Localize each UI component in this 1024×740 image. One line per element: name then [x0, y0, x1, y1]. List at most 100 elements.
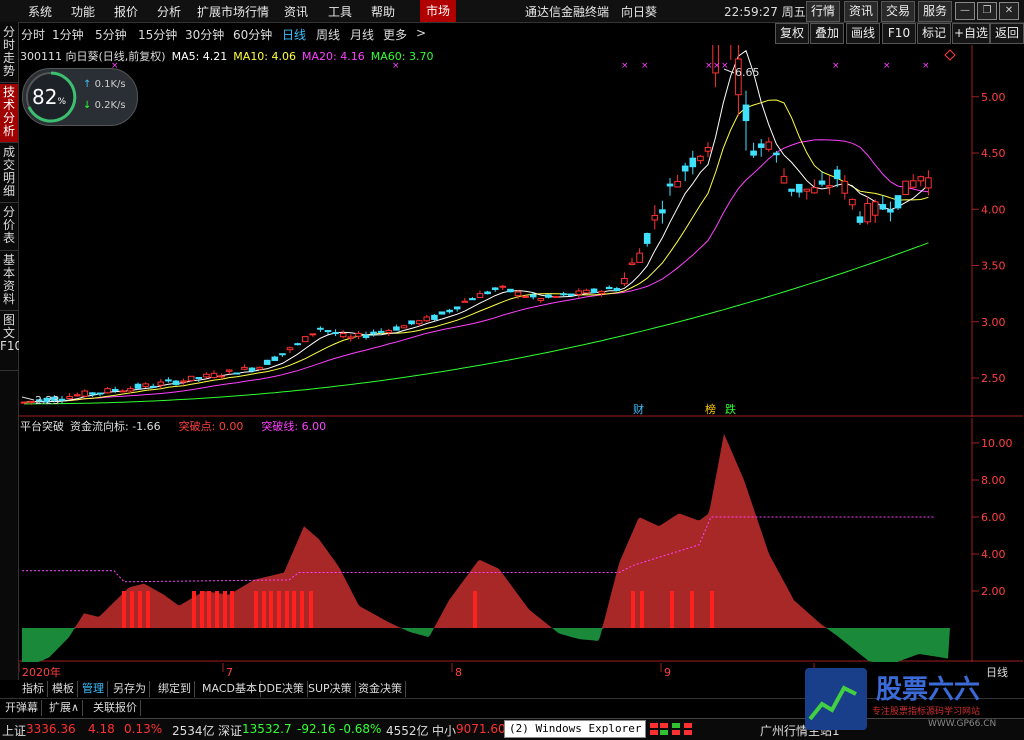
period-daily[interactable]: 日线: [282, 26, 306, 43]
signal-mark: ×: [621, 61, 629, 71]
network-speed-widget: 82% ↑ 0.1K/s ↓ 0.2K/s: [22, 68, 138, 126]
candle-body: [894, 195, 902, 209]
period-intraday[interactable]: 分时: [21, 26, 45, 43]
back-button[interactable]: 返回: [990, 23, 1024, 44]
period-1min[interactable]: 1分钟: [52, 26, 84, 43]
tab-indicator[interactable]: 指标: [19, 681, 48, 697]
barrage-button[interactable]: 开弹幕: [2, 700, 42, 716]
candle-body: [225, 369, 233, 372]
indicator-chart[interactable]: 10.00 8.00 6.00 4.00 2.00 平台突破 资金流向标: -1.66 突破…: [19, 418, 1023, 662]
tab-save-as[interactable]: 另存为: [110, 681, 150, 697]
ma5-label: MA5: 4.21: [172, 50, 228, 63]
candle-body: [643, 233, 651, 244]
period-5min[interactable]: 5分钟: [95, 26, 127, 43]
tab-macd[interactable]: MACD基本: [199, 681, 261, 697]
high-label: 6.65: [735, 66, 760, 79]
candle-body: [666, 183, 674, 187]
add-watchlist-button[interactable]: +自选: [952, 23, 990, 44]
signal-mark: ×: [883, 61, 891, 71]
tab-sup[interactable]: SUP决策: [305, 681, 356, 697]
menu-extended-market[interactable]: 扩展市场行情: [197, 3, 269, 20]
tab-manage[interactable]: 管理: [79, 681, 108, 697]
minimize-icon[interactable]: —: [955, 2, 975, 20]
speed-percent: 82%: [32, 85, 66, 109]
menu-news[interactable]: 资讯: [284, 3, 308, 20]
candle-body: [279, 353, 286, 356]
candle-body: [560, 293, 567, 296]
candle-body: [674, 180, 681, 188]
close-icon[interactable]: ✕: [999, 2, 1019, 20]
candle-body: [423, 316, 431, 322]
candle-body: [575, 290, 583, 295]
signal-mark: ×: [922, 61, 930, 71]
tab-label: 基本资料: [2, 253, 15, 306]
candle-body: [96, 392, 104, 395]
candle-body: [58, 398, 66, 401]
menu-help[interactable]: 帮助: [371, 3, 395, 20]
breakout-bar: [215, 591, 219, 628]
news-tab-button[interactable]: 资讯: [844, 1, 878, 22]
menu-quote[interactable]: 报价: [114, 3, 138, 20]
tab-intraday[interactable]: 分时走势: [0, 24, 18, 83]
expand-button[interactable]: 扩展∧: [46, 700, 84, 716]
windows-explorer-tooltip[interactable]: (2) Windows Explorer: [504, 720, 647, 738]
period-60min[interactable]: 60分钟: [233, 26, 272, 43]
signal-mark: ×: [705, 61, 713, 71]
menu-function[interactable]: 功能: [71, 3, 95, 20]
restore-icon[interactable]: ❐: [977, 2, 997, 20]
tab-dde[interactable]: DDE决策: [255, 681, 308, 697]
event-tag-finance[interactable]: 财: [633, 402, 644, 416]
tab-bind-to[interactable]: 绑定到: [155, 681, 195, 697]
menu-analysis[interactable]: 分析: [157, 3, 181, 20]
adjust-button[interactable]: 复权: [775, 23, 809, 44]
mark-button[interactable]: 标记: [917, 23, 951, 44]
candle-body: [461, 300, 469, 303]
tab-technical-analysis[interactable]: 技术分析: [0, 84, 18, 143]
candle-body: [773, 152, 780, 156]
event-tag-list[interactable]: 榜: [705, 402, 716, 416]
candle-body: [598, 290, 605, 294]
tab-template[interactable]: 模板: [49, 681, 78, 697]
market-button[interactable]: 市场: [420, 0, 456, 22]
period-monthly[interactable]: 月线: [350, 26, 374, 43]
period-15min[interactable]: 15分钟: [138, 26, 177, 43]
tab-basic-info[interactable]: 基本资料: [0, 252, 18, 311]
breakout-bar: [670, 591, 674, 628]
breakout-bar: [285, 591, 289, 628]
candle-body: [856, 216, 864, 223]
period-more[interactable]: 更多: [383, 26, 407, 43]
candle-body: [742, 104, 750, 122]
chevron-right-icon[interactable]: >: [416, 26, 426, 40]
candle-body: [788, 188, 795, 192]
fund-flow-label: 资金流向标: -1.66: [70, 419, 161, 433]
tab-trade-details[interactable]: 成交明细: [0, 144, 18, 203]
tab-fund[interactable]: 资金决策: [355, 681, 406, 697]
trade-tab-button[interactable]: 交易: [881, 1, 915, 22]
candle-body: [537, 297, 545, 301]
candle-body: [780, 175, 788, 184]
candle-body: [157, 381, 165, 386]
candle-body: [864, 202, 871, 223]
menu-tools[interactable]: 工具: [328, 3, 352, 20]
related-quote-button[interactable]: 关联报价: [90, 700, 141, 716]
candle-body: [636, 252, 643, 263]
candle-body: [803, 188, 811, 192]
candlestick-chart[interactable]: 6.506.005.505.004.504.003.503.002.50 ×××…: [19, 45, 1023, 417]
tab-price-table[interactable]: 分价表: [0, 204, 18, 251]
quote-tab-button[interactable]: 行情: [806, 1, 840, 22]
period-weekly[interactable]: 周线: [316, 26, 340, 43]
service-tab-button[interactable]: 服务: [918, 1, 952, 22]
overlay-button[interactable]: 叠加: [810, 23, 844, 44]
breakout-bar: [223, 591, 227, 628]
percent-sign: %: [57, 97, 67, 107]
candle-body: [301, 336, 309, 343]
period-30min[interactable]: 30分钟: [185, 26, 224, 43]
candle-body: [165, 379, 172, 382]
sh-value: 3336.36: [26, 722, 76, 736]
tab-f10[interactable]: 图文F10: [0, 312, 22, 371]
event-tag-fall[interactable]: 跌: [725, 402, 736, 416]
draw-line-button[interactable]: 画线: [846, 23, 880, 44]
f10-button[interactable]: F10: [882, 23, 916, 44]
menu-system[interactable]: 系统: [28, 3, 52, 20]
candle-body: [871, 201, 879, 216]
